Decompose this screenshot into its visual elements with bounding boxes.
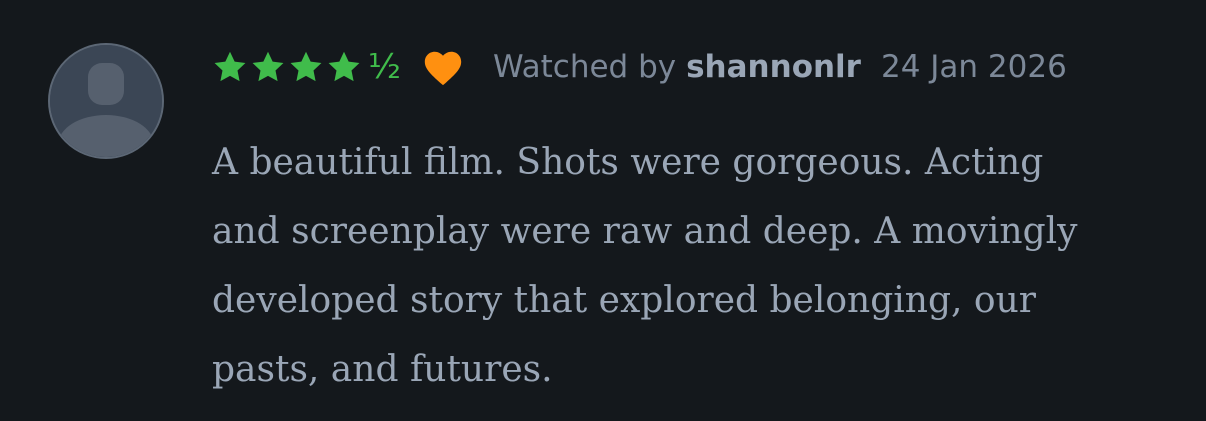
star-icon — [212, 49, 248, 85]
avatar-placeholder-icon — [50, 45, 162, 157]
star-icon — [326, 49, 362, 85]
review-text: A beautiful film. Shots were gorgeous. A… — [212, 142, 1078, 390]
star-rating: ½ — [212, 49, 401, 85]
watched-by-label: Watched by — [492, 49, 677, 85]
review-meta: ½ Watched by shannonlr 24 Jan 2026 — [212, 44, 1067, 90]
heart-icon — [421, 47, 465, 87]
star-icon — [288, 49, 324, 85]
watched-date[interactable]: 24 Jan 2026 — [881, 49, 1067, 85]
username-link[interactable]: shannonlr — [686, 49, 861, 85]
star-icon — [250, 49, 286, 85]
review-card: ½ Watched by shannonlr 24 Jan 2026 A bea… — [0, 0, 1206, 421]
half-star-glyph: ½ — [368, 47, 401, 87]
avatar[interactable] — [48, 43, 164, 159]
